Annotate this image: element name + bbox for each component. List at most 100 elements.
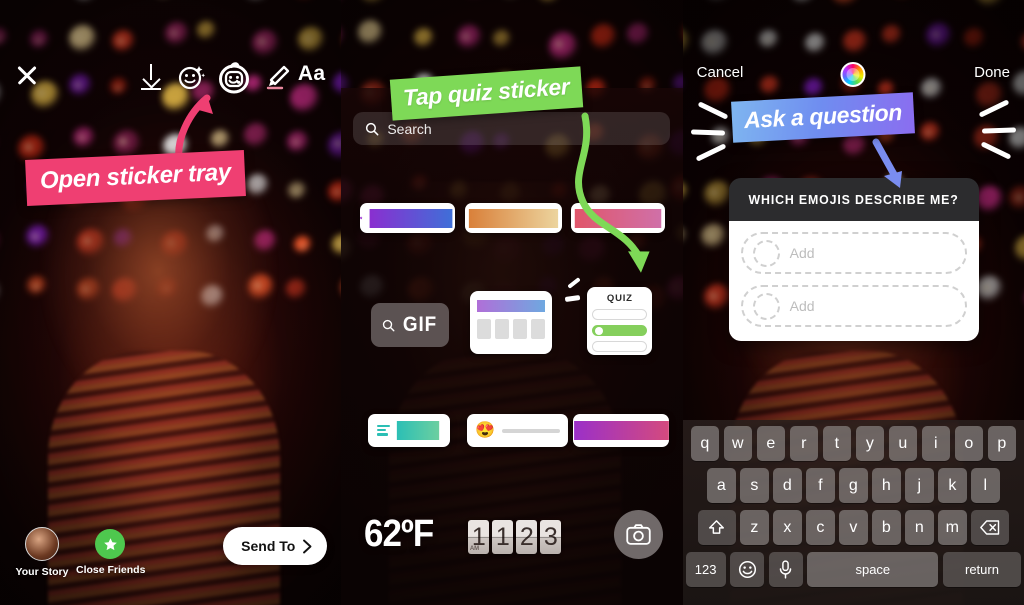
your-story-button[interactable]: Your Story [14,527,70,578]
sticker-mention-label: @MENTION [469,208,559,228]
key-o[interactable]: o [954,426,984,461]
avatar [25,527,59,561]
poll-bars-icon [377,425,391,436]
question-card-header[interactable]: WHICH EMOJIS DESCRIBE ME? [728,178,979,221]
keyboard-row-3: zxcvbnm [686,510,1021,545]
slider-track [502,428,561,433]
key-i[interactable]: i [921,426,951,461]
emoji-heart-eyes-icon: 😍 [475,421,496,439]
key-t[interactable]: t [822,426,852,461]
chevron-right-icon [303,539,312,553]
key-u[interactable]: u [888,426,918,461]
sticker-temperature[interactable]: 62ºF [364,513,434,556]
numbers-key[interactable]: 123 [685,552,726,587]
key-v[interactable]: v [839,510,868,545]
callout-text: Ask a question [743,98,903,134]
key-l[interactable]: l [971,468,1000,503]
star-icon [95,529,125,559]
clock-digit: 3 [540,520,562,554]
sticker-gif-label: GIF [402,313,437,336]
return-key[interactable]: return [942,552,1021,587]
camera-icon [625,524,651,545]
key-s[interactable]: s [740,468,769,503]
quiz-option [592,309,648,320]
sticker-poll-label: POLL [396,421,440,440]
key-z[interactable]: z [740,510,769,545]
send-to-label: Send To [241,538,296,554]
sticker-gif[interactable]: GIF [371,303,450,347]
sticker-clock[interactable]: AM 1 1 2 3 [468,520,562,554]
microphone-key[interactable] [768,552,803,587]
key-g[interactable]: g [839,468,868,503]
sticker-questions-label: QUESTIONS [574,421,669,440]
clock-digit: AM 1 [468,520,490,554]
map-pin-icon [360,216,363,220]
key-w[interactable]: w [723,426,753,461]
panel-sticker-tray: Search Tap quiz sticker LOCATION @MENTIO… [341,0,683,605]
sticker-questions[interactable]: QUESTIONS [573,414,670,447]
space-key[interactable]: space [807,552,939,587]
sticker-countdown[interactable]: COUNTDOWN [470,291,553,354]
clock-digit: 1 [492,520,514,554]
download-icon[interactable] [139,64,163,90]
microphone-icon [779,560,792,579]
sticker-countdown-label: COUNTDOWN [477,300,546,312]
three-panel-screenshot: Aa Open sticker tray Your Story Close Fr… [0,0,1024,605]
emoji-key[interactable] [730,552,765,587]
key-c[interactable]: c [806,510,835,545]
question-card-body: Add Add [728,221,979,341]
text-tool-label[interactable]: Aa [298,62,325,86]
blue-arrow-icon [872,138,902,188]
keyboard-row-1: qwertyuiop [686,426,1021,461]
sticker-location[interactable]: LOCATION [360,203,456,233]
send-to-button[interactable]: Send To [223,527,328,565]
key-x[interactable]: x [773,510,802,545]
key-p[interactable]: p [987,426,1017,461]
question-option-1[interactable]: Add [740,232,967,274]
green-arrow-icon [575,112,650,273]
key-j[interactable]: j [905,468,934,503]
on-screen-keyboard: qwertyuiop asdfghjkl zxcvbnm 123 space r… [682,420,1024,605]
digit-value: 1 [495,522,510,551]
story-bottom-bar: Your Story Close Friends Send To [0,527,341,593]
key-y[interactable]: y [855,426,885,461]
key-k[interactable]: k [938,468,967,503]
backspace-key[interactable] [971,510,1010,545]
cancel-button[interactable]: Cancel [697,64,744,81]
key-a[interactable]: a [707,468,736,503]
backspace-icon [980,520,1000,535]
close-icon[interactable] [12,60,42,90]
sticker-camera-button[interactable] [613,510,663,559]
sticker-poll[interactable]: POLL [368,414,451,447]
shift-icon [709,520,725,534]
question-editor-toolbar: Cancel Done [683,62,1024,92]
sticker-emoji-slider[interactable]: 😍 [467,414,569,447]
sticker-mention[interactable]: @MENTION [465,203,563,233]
sticker-quiz-label: QUIZ [606,293,633,304]
draw-pen-icon[interactable] [262,62,292,92]
sticker-quiz[interactable]: QUIZ [587,287,653,355]
key-e[interactable]: e [756,426,786,461]
close-friends-label: Close Friends [76,564,146,576]
digit-value: 3 [543,522,558,551]
key-q[interactable]: q [690,426,720,461]
key-r[interactable]: r [789,426,819,461]
add-label: Add [789,298,815,314]
question-option-2[interactable]: Add [740,285,967,327]
callout-text: Open sticker tray [39,158,232,195]
key-b[interactable]: b [872,510,901,545]
keyboard-row-2: asdfghjkl [686,468,1021,503]
color-wheel-icon[interactable] [840,62,866,87]
digit-value: 2 [519,522,534,551]
key-h[interactable]: h [872,468,901,503]
key-n[interactable]: n [905,510,934,545]
key-d[interactable]: d [773,468,802,503]
close-friends-button[interactable]: Close Friends [76,527,146,576]
quiz-option-selected [592,325,648,336]
add-label: Add [789,245,815,261]
done-button[interactable]: Done [974,64,1010,81]
shift-key[interactable] [697,510,736,545]
key-f[interactable]: f [806,468,835,503]
search-icon [382,319,395,331]
key-m[interactable]: m [938,510,967,545]
